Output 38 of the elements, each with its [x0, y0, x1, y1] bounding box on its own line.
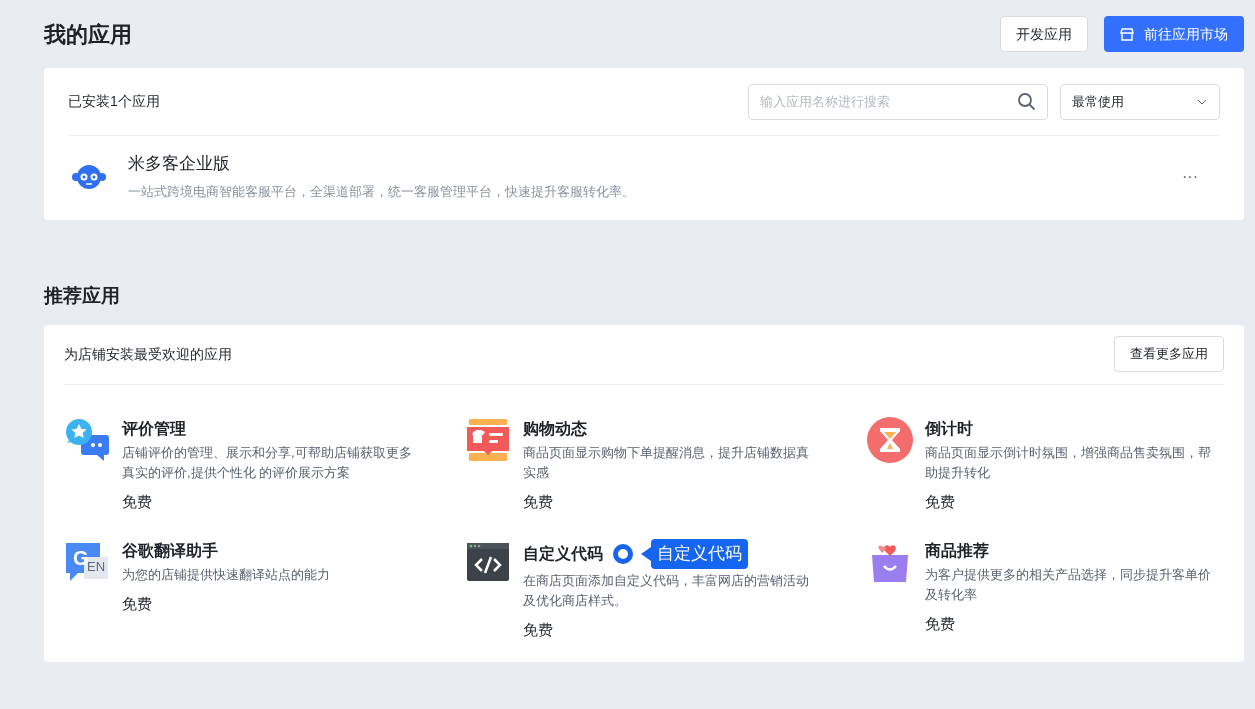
price: 免费: [122, 594, 153, 614]
section-title: 推荐应用: [44, 283, 121, 308]
app-name: 倒计时: [924, 418, 973, 439]
app-name: 商品推荐: [924, 541, 989, 561]
page-title: 我的应用: [44, 20, 132, 49]
store-icon: [1120, 27, 1134, 41]
price: 免费: [122, 491, 153, 512]
app-description: 一站式跨境电商智能客服平台，全渠道部署，统一客服管理平台，快速提升客服转化率。: [128, 183, 636, 201]
price: 免费: [523, 491, 555, 512]
chat-bubbles-icon: [64, 416, 110, 463]
price: 免费: [924, 614, 956, 634]
search-field[interactable]: 输入应用名称进行搜索: [748, 83, 1048, 120]
develop-app-button[interactable]: 开发应用: [1000, 16, 1088, 52]
shirt-message-icon: [465, 416, 512, 463]
app-description: 商品页面显示倒计时氛围，增强商品售卖氛围，帮助提升转化: [924, 443, 1212, 482]
sort-dropdown[interactable]: 最常使用: [1060, 83, 1220, 120]
app-name: 评价管理: [122, 418, 186, 439]
installed-count: 已安装1个应用: [68, 92, 160, 111]
annotation-label: 自定义代码: [651, 539, 749, 569]
app-description: 在商店页面添加自定义代码，丰富网店的营销活动及优化商店样式。: [523, 572, 811, 610]
price: 免费: [924, 491, 956, 512]
app-name: 谷歌翻译助手: [122, 541, 218, 561]
app-name: 自定义代码: [523, 544, 604, 564]
app-name: 米多客企业版: [128, 153, 231, 175]
search-icon: [1017, 91, 1037, 112]
app-description: 为您的店铺提供快速翻译站点的能力: [122, 566, 331, 584]
app-description: 商品页面显示购物下单提醒消息，提升店铺数据真实感: [523, 443, 811, 482]
app-description: 为客户提供更多的相关产品选择，同步提升客单价及转化率: [924, 566, 1212, 604]
card-subtitle: 为店铺安装最受欢迎的应用: [64, 344, 232, 364]
price: 免费: [523, 620, 555, 640]
app-market-button[interactable]: 前往应用市场: [1104, 16, 1244, 52]
hourglass-icon: [866, 416, 913, 463]
app-name: 购物动态: [523, 418, 588, 439]
pointer-icon: [641, 547, 652, 561]
marker-ring: [613, 544, 634, 564]
more-menu[interactable]: ···: [1182, 164, 1198, 189]
app-description: 店铺评价的管理、展示和分享,可帮助店铺获取更多真实的评价,提供个性化 的评价展示方案: [122, 443, 413, 482]
more-apps-button[interactable]: 查看更多应用: [1114, 336, 1224, 372]
